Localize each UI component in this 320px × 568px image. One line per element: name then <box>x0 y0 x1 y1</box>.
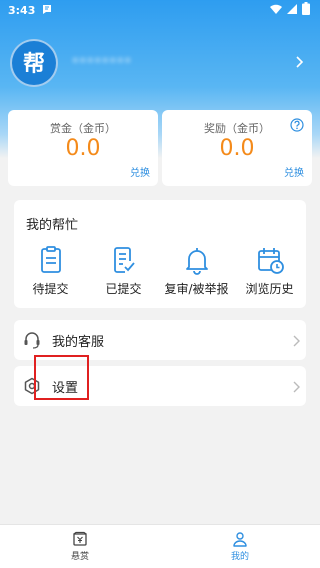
wifi-icon <box>270 3 282 18</box>
help-item-label: 浏览历史 <box>245 282 294 296</box>
help-item-label: 复审/被举报 <box>164 282 229 296</box>
help-item-review[interactable]: 复审/被举报 <box>160 244 233 297</box>
status-bar: 3:43 <box>0 0 320 20</box>
customer-service-label: 我的客服 <box>52 334 105 350</box>
reward-value: 0.0 <box>219 136 255 161</box>
bounty-icon <box>73 531 87 546</box>
app-logo: 帮 <box>10 39 58 87</box>
notification-icon <box>41 3 53 18</box>
section-title: 我的帮忙 <box>26 218 79 233</box>
help-item-pending[interactable]: 待提交 <box>14 244 87 297</box>
clipboard-check-icon <box>113 247 135 273</box>
help-item-history[interactable]: 浏览历史 <box>233 244 306 297</box>
bottom-tab-bar: 悬赏 我的 <box>0 524 320 568</box>
bell-icon <box>185 248 208 275</box>
customer-service-row[interactable]: 我的客服 <box>14 320 306 360</box>
calendar-clock-icon <box>257 248 284 274</box>
chevron-right-icon[interactable] <box>290 52 310 72</box>
chevron-right-icon <box>293 332 300 351</box>
reward-label: 奖励（金币） <box>204 122 270 135</box>
clipboard-icon <box>40 246 61 273</box>
status-time: 3:43 <box>8 3 36 17</box>
reward-card: 奖励（金币） 0.0 兑换 <box>162 110 312 186</box>
profile-header[interactable]: 帮 ******** <box>10 38 310 88</box>
username-text: ******** <box>72 55 132 71</box>
help-item-submitted[interactable]: 已提交 <box>87 244 160 297</box>
battery-icon <box>302 2 310 18</box>
help-item-label: 已提交 <box>105 282 142 296</box>
bounty-value: 0.0 <box>65 136 101 161</box>
signal-icon <box>286 3 298 18</box>
highlight-annotation <box>34 355 89 400</box>
bounty-card: 赏金（金币） 0.0 兑换 <box>8 110 158 186</box>
reward-redeem-link[interactable]: 兑换 <box>284 164 304 179</box>
bounty-redeem-link[interactable]: 兑换 <box>130 164 150 179</box>
headset-icon <box>22 330 42 350</box>
tab-bounty[interactable]: 悬赏 <box>0 525 160 568</box>
help-item-label: 待提交 <box>32 282 69 296</box>
chevron-right-icon <box>293 378 300 397</box>
person-icon <box>233 532 247 547</box>
tab-label: 悬赏 <box>70 552 89 562</box>
tab-mine[interactable]: 我的 <box>160 525 320 568</box>
bounty-label: 赏金（金币） <box>50 122 116 135</box>
logo-text: 帮 <box>23 51 45 77</box>
my-help-section: 我的帮忙 待提交 已提交 复审/被举报 浏览历史 <box>14 200 306 308</box>
tab-label: 我的 <box>230 552 249 562</box>
